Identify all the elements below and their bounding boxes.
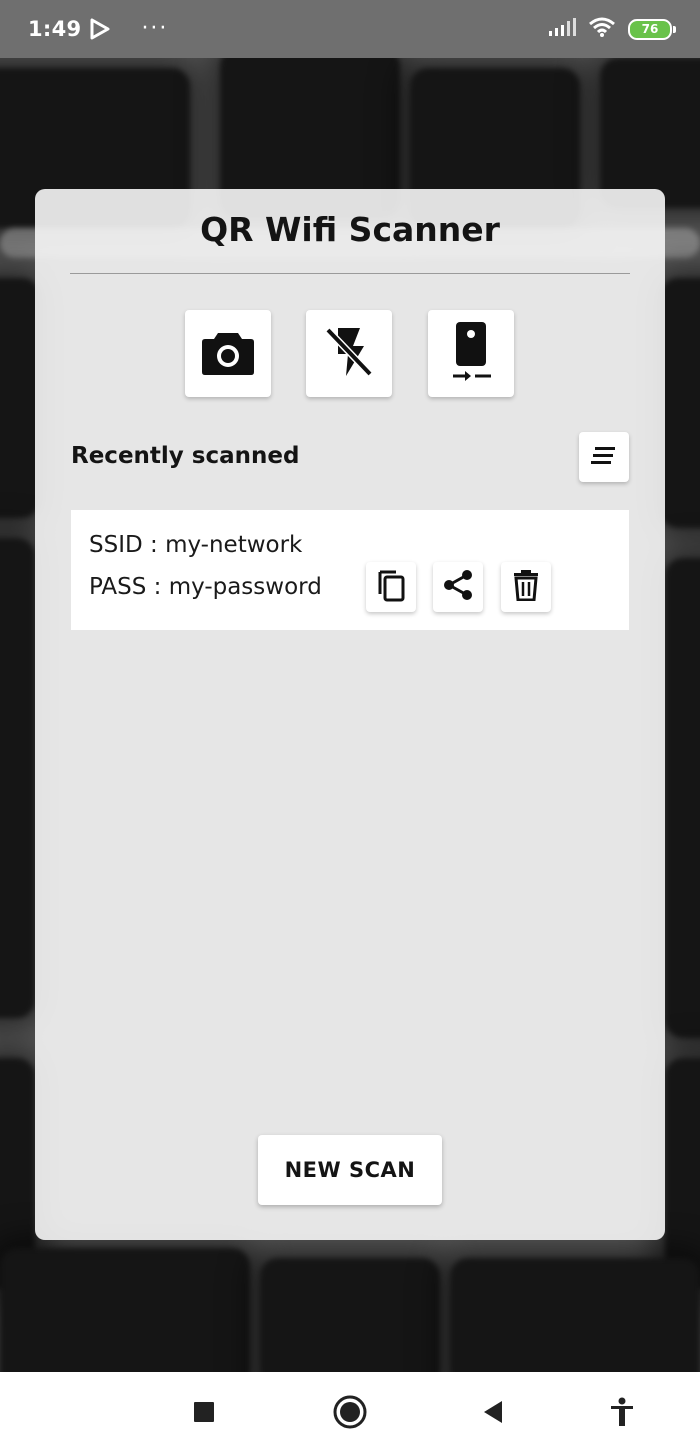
ssid-text: SSID : my-network [89,532,303,558]
accessibility-button[interactable] [602,1394,642,1434]
flash-off-icon [324,324,374,384]
status-time: 1:49 [28,17,82,41]
battery-indicator: 76 [628,18,676,40]
wifi-icon [588,16,616,42]
flash-toggle-button[interactable] [306,310,392,397]
home-circle-icon [333,1395,367,1433]
recent-apps-button[interactable] [184,1394,224,1434]
camera-icon [201,329,255,379]
switch-camera-button[interactable] [428,310,514,397]
back-triangle-icon [482,1400,504,1428]
sort-button[interactable] [579,432,629,482]
share-button[interactable] [433,562,483,612]
stop-square-icon [193,1401,215,1427]
recently-scanned-label: Recently scanned [71,443,300,469]
status-bar: 1:49 ··· 76 [0,0,700,58]
share-icon [443,569,473,605]
navigation-bar [0,1372,700,1456]
title-divider [70,273,630,274]
password-text: PASS : my-password [89,574,322,600]
home-button[interactable] [330,1394,370,1434]
back-button[interactable] [473,1394,513,1434]
new-scan-button[interactable]: NEW SCAN [258,1135,442,1205]
delete-button[interactable] [501,562,551,612]
status-left: 1:49 ··· [28,17,168,41]
play-store-icon [89,18,111,40]
more-notifications-icon: ··· [141,16,169,41]
status-right: 76 [548,16,676,42]
camera-button[interactable] [185,310,271,397]
signal-icon [548,17,576,41]
accessibility-icon [609,1397,635,1431]
copy-icon [376,568,406,606]
sort-icon [591,446,617,468]
list-item: SSID : my-network PASS : my-password [71,510,629,630]
app-title: QR Wifi Scanner [200,210,500,249]
camera-switch-icon [449,320,493,388]
copy-button[interactable] [366,562,416,612]
trash-icon [513,569,539,605]
